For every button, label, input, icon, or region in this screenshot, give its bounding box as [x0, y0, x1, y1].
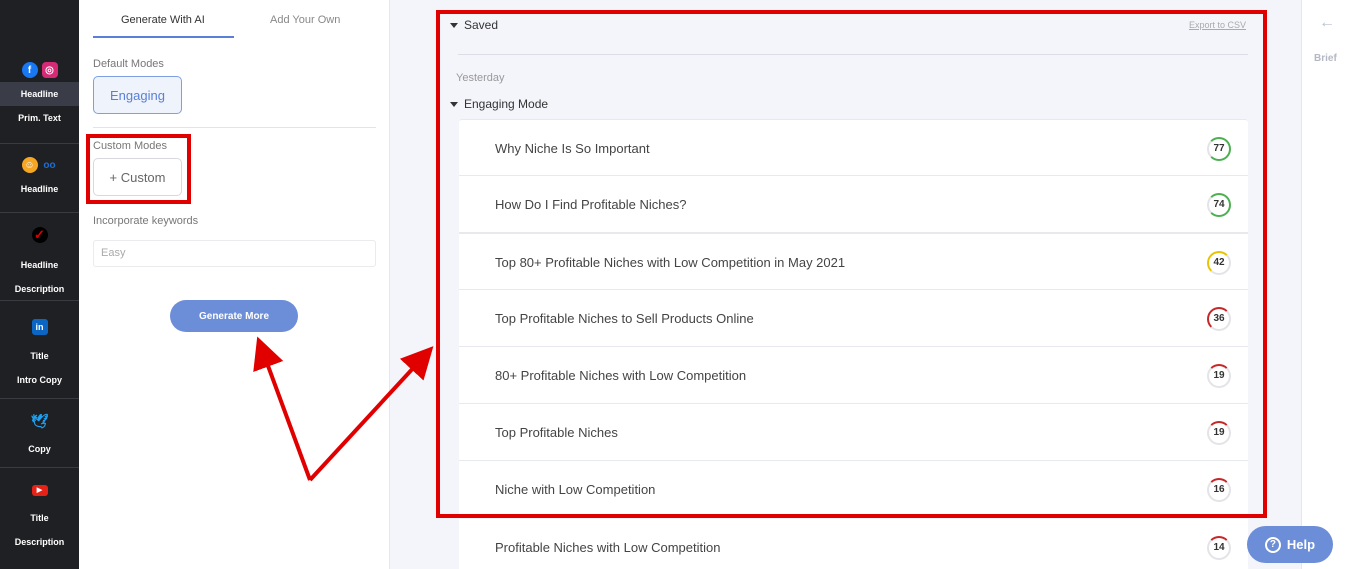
- tab-add-your-own[interactable]: Add Your Own: [270, 14, 340, 26]
- nav-item-verizon-headline[interactable]: Headline: [0, 253, 79, 277]
- nav-group-native: ☺ oo Headline: [0, 144, 79, 213]
- question-icon: ?: [1264, 536, 1281, 553]
- nav-group-twitter: 🕊 Copy: [0, 399, 79, 468]
- nav-item-youtube-description[interactable]: Description: [0, 530, 79, 554]
- incorporate-keywords-label: Incorporate keywords: [93, 215, 199, 227]
- arrow-left-icon[interactable]: ←: [1319, 14, 1335, 32]
- right-sidebar: ← Brief: [1301, 0, 1351, 569]
- brief-tab[interactable]: Brief: [1314, 53, 1337, 64]
- result-text: Profitable Niches with Low Competition: [495, 540, 721, 555]
- tab-generate-with-ai[interactable]: Generate With AI: [121, 14, 205, 26]
- keywords-input[interactable]: Easy: [93, 240, 376, 267]
- help-button[interactable]: ? Help: [1247, 526, 1333, 563]
- linkedin-icon: in: [31, 319, 48, 335]
- nav-item-linkedin-title[interactable]: Title: [0, 344, 79, 368]
- verizon-icon: ✓: [31, 227, 48, 243]
- youtube-icon: ▶: [31, 484, 48, 496]
- taboola-icon: ☺: [21, 157, 38, 173]
- nav-group-verizon: ✓ Headline Description: [0, 213, 79, 301]
- panel-divider: [93, 127, 376, 128]
- nav-item-facebook-headline[interactable]: Headline: [0, 82, 79, 106]
- nav-item-linkedin-intro-copy[interactable]: Intro Copy: [0, 368, 79, 392]
- generate-more-button[interactable]: Generate More: [170, 300, 298, 332]
- nav-group-youtube: ▶ Title Description: [0, 468, 79, 569]
- nav-item-facebook-primary-text[interactable]: Prim. Text: [0, 106, 79, 130]
- nav-item-youtube-title[interactable]: Title: [0, 506, 79, 530]
- generate-panel: Generate With AI Add Your Own Default Mo…: [79, 0, 390, 569]
- left-nav: f ◎ Headline Prim. Text ☺ oo Headline ✓ …: [0, 0, 79, 569]
- engaging-mode-button[interactable]: Engaging: [93, 76, 182, 114]
- facebook-icon: f: [21, 62, 38, 78]
- active-tab-indicator: [93, 36, 234, 38]
- result-card[interactable]: Profitable Niches with Low Competition 1…: [459, 519, 1248, 569]
- annotation-box-results: [436, 10, 1267, 518]
- instagram-icon: ◎: [41, 62, 58, 78]
- score-badge: 14: [1207, 536, 1231, 560]
- nav-item-verizon-description[interactable]: Description: [0, 277, 79, 301]
- nav-group-facebook: f ◎ Headline Prim. Text: [0, 58, 79, 144]
- nav-group-linkedin: in Title Intro Copy: [0, 301, 79, 399]
- twitter-icon: 🕊: [30, 412, 49, 429]
- nav-item-twitter-copy[interactable]: Copy: [0, 437, 79, 461]
- nav-item-native-headline[interactable]: Headline: [0, 177, 79, 201]
- default-modes-label: Default Modes: [93, 58, 164, 70]
- annotation-box-custom-modes: [86, 134, 191, 204]
- outbrain-icon: oo: [43, 159, 56, 171]
